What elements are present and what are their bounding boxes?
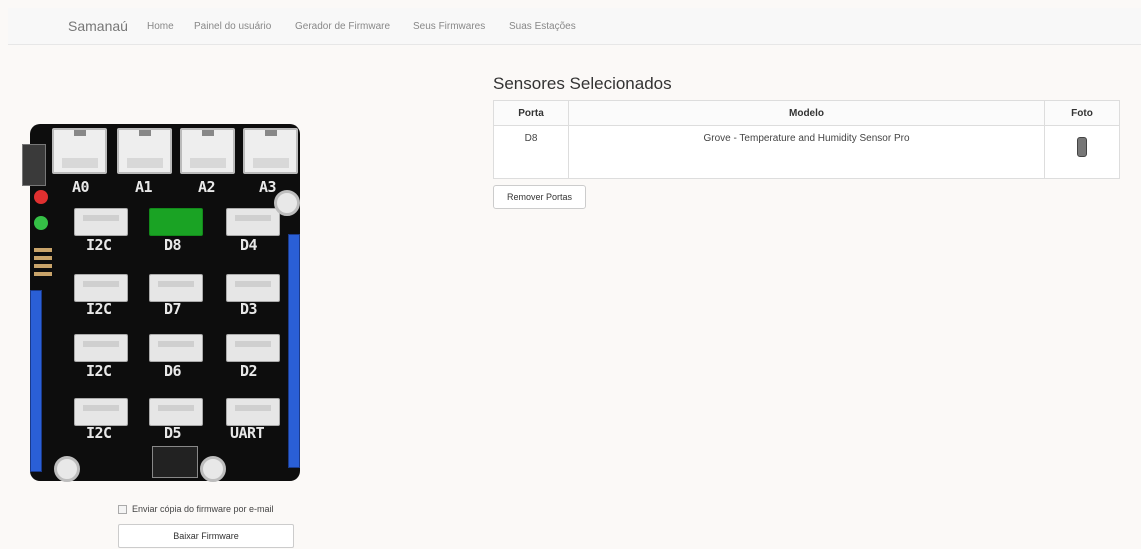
mounting-hole-icon [54,456,80,482]
remove-ports-button[interactable]: Remover Portas [493,185,586,209]
port-label-i2c: I2C [86,362,112,380]
cell-porta: D8 [493,125,569,179]
email-copy-checkbox[interactable] [118,504,127,514]
sensor-thumbnail-icon [1077,137,1087,157]
cell-modelo: Grove - Temperature and Humidity Sensor … [568,125,1045,179]
email-copy-checkbox-row[interactable]: Enviar cópia do firmware por e-mail [118,504,274,514]
cell-foto [1044,125,1120,179]
port-i2c-1-connector[interactable] [74,208,128,236]
mounting-hole-icon [274,190,300,216]
port-label-a2: A2 [198,178,216,196]
table-row: D8 Grove - Temperature and Humidity Sens… [493,125,1120,179]
port-a2-connector[interactable] [180,128,235,174]
port-label-a3: A3 [259,178,277,196]
mounting-hole-icon [200,456,226,482]
port-label-d7: D7 [164,300,182,318]
port-label-uart: UART [230,424,265,442]
page-title: Sensores Selecionados [493,74,672,93]
port-label-i2c: I2C [86,300,112,318]
resistor-icon [34,248,52,252]
nav-item-painel-do-usuario[interactable]: Painel do usuário [194,21,271,32]
column-header-modelo: Modelo [568,100,1045,126]
grove-shield-board: A0 A1 A2 A3 I2C D8 D4 I2C D7 D3 I2C D6 D… [22,124,300,482]
port-a3-connector[interactable] [243,128,298,174]
port-i2c-2-connector[interactable] [74,274,128,302]
rst-led-icon [34,190,48,204]
pin-header-right [288,234,300,468]
column-header-porta: Porta [493,100,569,126]
nav-item-suas-estacoes[interactable]: Suas Estações [509,21,576,32]
port-label-d6: D6 [164,362,182,380]
port-label-d4: D4 [240,236,258,254]
port-label-a1: A1 [135,178,153,196]
port-d7-connector[interactable] [149,274,203,302]
port-i2c-4-connector[interactable] [74,398,128,426]
download-firmware-button[interactable]: Baixar Firmware [118,524,294,548]
pin-header-left [30,290,42,472]
port-a1-connector[interactable] [117,128,172,174]
selected-sensors-table: Porta Modelo Foto D8 Grove - Temperature… [493,100,1120,179]
resistor-icon [34,264,52,268]
port-label-d2: D2 [240,362,258,380]
port-label-i2c: I2C [86,424,112,442]
icsp-header [152,446,198,478]
resistor-icon [34,256,52,260]
port-d2-connector[interactable] [226,334,280,362]
column-header-foto: Foto [1044,100,1120,126]
port-uart-connector[interactable] [226,398,280,426]
nav-item-home[interactable]: Home [147,21,174,32]
port-d4-connector[interactable] [226,208,280,236]
port-label-a0: A0 [72,178,90,196]
port-label-d8: D8 [164,236,182,254]
nav-item-seus-firmwares[interactable]: Seus Firmwares [413,21,485,32]
pwr-led-icon [34,216,48,230]
port-a0-connector[interactable] [52,128,107,174]
port-label-i2c: I2C [86,236,112,254]
port-label-d3: D3 [240,300,258,318]
table-header-row: Porta Modelo Foto [493,100,1120,126]
email-copy-label: Enviar cópia do firmware por e-mail [132,504,274,514]
port-label-d5: D5 [164,424,182,442]
usb-connector [22,144,46,186]
port-d8-connector[interactable] [149,208,203,236]
resistor-icon [34,272,52,276]
port-d3-connector[interactable] [226,274,280,302]
navbar: Samanaú Home Painel do usuário Gerador d… [8,8,1141,45]
port-d6-connector[interactable] [149,334,203,362]
port-d5-connector[interactable] [149,398,203,426]
navbar-brand[interactable]: Samanaú [68,18,128,34]
port-i2c-3-connector[interactable] [74,334,128,362]
nav-item-gerador-de-firmware[interactable]: Gerador de Firmware [295,21,390,32]
